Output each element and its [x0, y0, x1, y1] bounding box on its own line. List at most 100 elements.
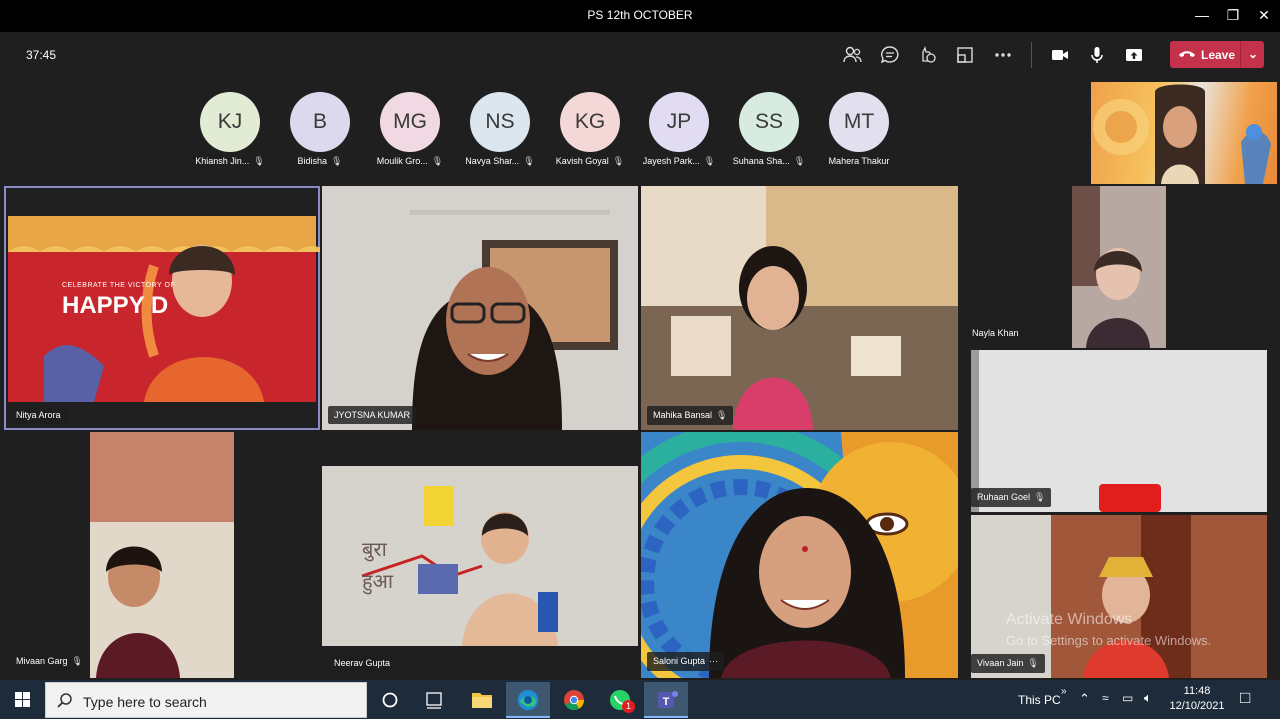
avatar-initials: SS [754, 110, 783, 133]
participant-name-label: Nayla Khan [966, 324, 1025, 342]
svg-text:बुरा: बुरा [362, 537, 388, 562]
camera-icon[interactable] [1047, 43, 1073, 67]
video-tile[interactable]: CELEBRATE THE VICTORY OF HAPPY D Nitya A… [4, 186, 320, 430]
activate-windows-title: Activate Windows [1006, 611, 1133, 628]
windows-taskbar: Type here to search 1 T This PC » ⌃ ≈ ▭ … [0, 680, 1280, 719]
mic-icon[interactable] [1084, 43, 1110, 67]
clock-date: 12/10/2021 [1169, 700, 1225, 712]
video-tile[interactable]: Mivaan Garg 🎙︎ [4, 432, 320, 678]
chevron-down-icon[interactable]: ⌄ [1244, 45, 1262, 63]
participant-name: Suhana Sha... 🎙︎ [723, 156, 815, 170]
participant-name-text: Jayesh Park... [642, 156, 700, 166]
mic-off-icon: 🎙︎ [331, 156, 343, 166]
avatar[interactable]: MT [829, 92, 889, 152]
svg-text:हुआ: हुआ [362, 569, 394, 595]
banner-text: CELEBRATE THE VICTORY OF [62, 282, 176, 289]
video-tile[interactable]: Mahika Bansal 🎙︎ [641, 186, 958, 430]
participant-name-text: Saloni Gupta [653, 656, 706, 666]
battery-icon[interactable]: ▭ [1122, 691, 1133, 705]
toolbar-expand-icon[interactable]: » [1061, 686, 1067, 697]
meeting-timer: 37:45 [26, 48, 57, 62]
leave-label: Leave [1201, 48, 1236, 62]
notifications-icon[interactable]: □ [1240, 688, 1250, 708]
people-icon[interactable] [840, 43, 866, 67]
avatar-initials: KG [574, 110, 606, 133]
breakout-rooms-icon[interactable] [952, 43, 978, 67]
teams-meeting-window: PS 12th OCTOBER — ❐ ✕ 37:45 Leave ⌄ KJ K… [0, 0, 1280, 719]
avatar-initials: JP [666, 110, 692, 133]
participant-name: Navya Shar... 🎙︎ [454, 156, 546, 170]
taskbar-clock[interactable]: 11:48 12/10/2021 [1160, 684, 1234, 714]
wifi-icon[interactable]: ≈ [1102, 691, 1109, 705]
mic-off-icon: 🎙︎ [612, 156, 625, 166]
avatar-initials: NS [485, 110, 515, 133]
video-tile[interactable]: Nayla Khan [966, 186, 1266, 348]
avatar[interactable]: B [290, 92, 350, 152]
file-explorer-icon[interactable] [460, 682, 504, 718]
reactions-icon[interactable] [914, 43, 940, 67]
avatar[interactable]: KG [560, 92, 620, 152]
avatar-initials: KJ [217, 110, 243, 133]
windows-logo-icon [15, 692, 30, 707]
this-pc-label[interactable]: This PC [1018, 693, 1061, 707]
participant-name-text: Vivaan Jain [977, 658, 1024, 668]
meeting-toolbar: 37:45 Leave ⌄ [0, 32, 1280, 78]
teams-icon[interactable]: T [644, 682, 688, 718]
chrome-icon[interactable] [552, 682, 596, 718]
participant-name-label-neerav: Neerav Gupta [328, 654, 397, 672]
share-screen-icon[interactable] [1121, 43, 1147, 67]
video-tile[interactable]: JYOTSNA KUMAR [322, 186, 638, 430]
chat-icon[interactable] [877, 43, 903, 67]
avatar-initials: MT [843, 110, 875, 133]
chevron-up-icon[interactable]: ⌃ [1079, 691, 1090, 707]
avatar[interactable]: JP [649, 92, 709, 152]
avatar-initials: B [312, 110, 327, 133]
video-tile[interactable]: Vivaan Jain 🎙︎ [971, 515, 1267, 678]
participant-name-text: Mivaan Garg [16, 656, 68, 666]
self-view-video[interactable] [1091, 82, 1277, 184]
participant-name-text: Bidisha [297, 156, 328, 166]
window-title: PS 12th OCTOBER [587, 8, 693, 22]
more-options-icon[interactable] [990, 43, 1016, 67]
video-feed [641, 186, 958, 430]
participant-name: Bidisha 🎙︎ [274, 156, 366, 170]
participant-name-text: Khiansh Jin... [195, 156, 250, 166]
avatar[interactable]: SS [739, 92, 799, 152]
participant-name: Jayesh Park... 🎙︎ [633, 156, 725, 170]
mic-off-icon: 🎙︎ [1027, 658, 1039, 668]
svg-text:T: T [663, 696, 670, 708]
banner-text: HAPPY D [62, 292, 169, 319]
mic-off-icon: 🎙︎ [523, 156, 535, 166]
volume-icon[interactable]: 🔈︎ [1144, 690, 1152, 706]
close-button[interactable]: ✕ [1250, 4, 1278, 26]
avatar-initials: MG [393, 110, 427, 133]
restore-button[interactable]: ❐ [1219, 4, 1247, 26]
video-tile[interactable]: Ruhaan Goel 🎙︎ [971, 350, 1267, 512]
start-button[interactable] [0, 680, 45, 719]
more-icon[interactable]: ⋯ [709, 656, 718, 667]
mic-off-icon: 🎙︎ [716, 410, 728, 420]
leave-main-button[interactable]: Leave [1170, 41, 1240, 68]
video-tile[interactable]: Saloni Gupta ⋯ [641, 432, 958, 678]
leave-divider [1240, 41, 1241, 68]
video-feed [90, 432, 234, 678]
taskbar-search-box[interactable]: Type here to search [45, 682, 367, 718]
participant-name-text: Mahika Bansal [653, 410, 713, 420]
notification-badge: 1 [622, 700, 635, 713]
avatar[interactable]: NS [470, 92, 530, 152]
minimize-button[interactable]: — [1188, 4, 1216, 26]
edge-browser-icon[interactable] [506, 682, 550, 718]
whatsapp-icon[interactable]: 1 [598, 682, 642, 718]
avatar[interactable]: MG [380, 92, 440, 152]
leave-button[interactable]: Leave ⌄ [1170, 41, 1264, 68]
participant-name-text: Moulik Gro... [376, 156, 428, 166]
task-view-icon[interactable] [412, 682, 456, 718]
participant-name-label: Mivaan Garg 🎙︎ [10, 652, 89, 671]
mic-off-icon: 🎙︎ [71, 656, 83, 666]
video-tile[interactable]: बुरा हुआ [322, 466, 638, 646]
cortana-icon[interactable] [368, 682, 412, 718]
mic-off-icon: 🎙︎ [793, 156, 806, 166]
participant-name-text: Navya Shar... [465, 156, 520, 166]
participant-name: Kavish Goyal 🎙︎ [544, 156, 636, 170]
avatar[interactable]: KJ [200, 92, 260, 152]
